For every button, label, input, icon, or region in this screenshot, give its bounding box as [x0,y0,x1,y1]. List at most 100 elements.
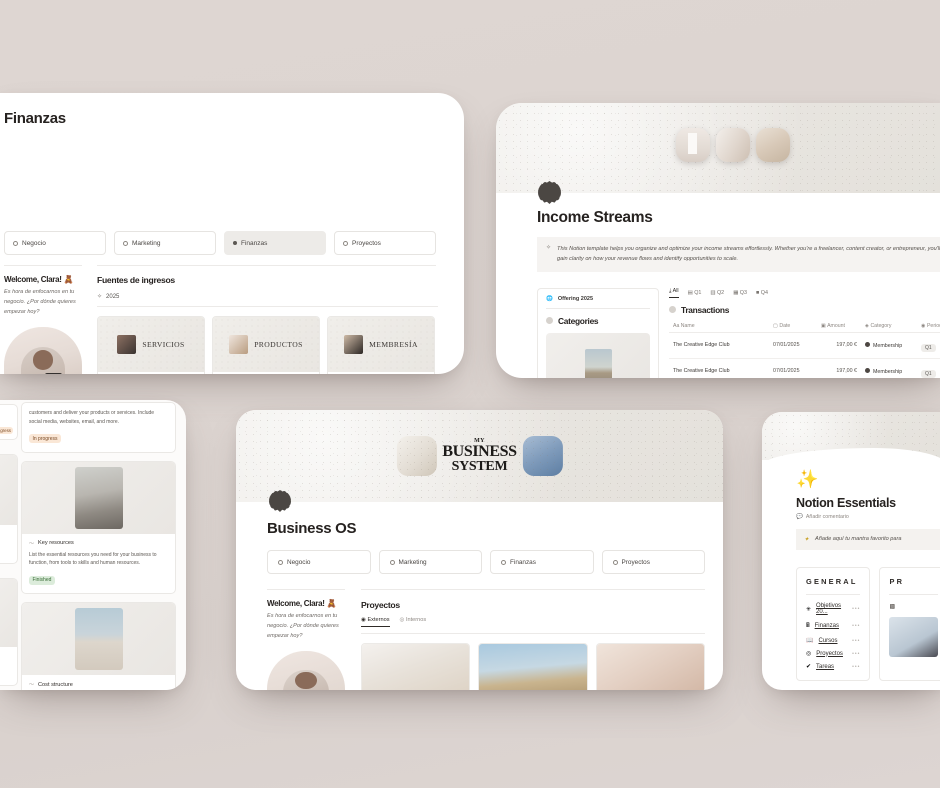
table-row[interactable]: The Creative Edge Club 07/01/2025 197,00… [669,358,940,378]
tab-finanzas[interactable]: Finanzas [224,231,326,255]
column-header-name[interactable]: Aa Name [669,320,769,333]
avatar [267,651,345,690]
dash-icon: 〜 [29,540,35,547]
list-item-label: Cursos [818,637,838,644]
desk-flatlay-photo [396,436,437,476]
cover-thumb-3 [756,128,790,162]
column-header-amount[interactable]: ▣ Amount [817,320,861,333]
divider [97,265,436,266]
cell-date: 07/01/2025 [773,342,800,349]
tab-proyectos[interactable]: Proyectos [334,231,436,255]
income-card[interactable]: SERVICIOS Servicios Ganancias totales: 1… [97,316,205,374]
book-icon: 📖 [806,638,814,644]
year-filter[interactable]: ✧ 2025 [97,293,438,301]
row-menu-icon[interactable]: ••• [852,623,860,629]
list-item[interactable]: ✳ Objetivos 20... ••• [806,603,860,615]
divider [267,589,345,590]
category-tile[interactable] [546,332,650,378]
divider [361,589,705,590]
list-item[interactable]: 📖 Cursos ••• [806,637,860,645]
row-menu-icon[interactable]: ••• [852,664,860,670]
general-card[interactable]: GENERAL ✳ Objetivos 20... ••• 🖩 Finanzas… [796,567,871,681]
sidebar: Welcome, Clara! 🧸 Es hora de enfocarnos … [4,265,82,374]
projects-region: Proyectos ◉ Externos ◎ Internos [361,589,705,690]
income-streams-panel: Income Streams ✧ This Notion template he… [496,103,940,378]
view-tab-externos[interactable]: ◉ Externos [361,617,390,627]
card-cover-label: PRODUCTOS [254,340,303,349]
cell-period: Q1 [917,332,940,358]
cell-date: 07/01/2025 [773,368,800,375]
list-item[interactable]: ✔ Tareas ••• [806,663,860,671]
project-card[interactable]: PE 001 | Copy de Página de Ventas [361,643,471,690]
check-circle-icon: ✔ [806,664,812,670]
asterisk-icon: ✳ [806,606,812,613]
row-menu-icon[interactable]: ••• [852,651,860,657]
income-card[interactable]: PRODUCTOS Productos Digitales Ganancias … [212,316,320,374]
add-comment[interactable]: 💬 Añadir comentario [796,514,940,520]
tab-label: Finanzas [510,558,536,566]
cell-period: Q1 [917,358,940,378]
list-item[interactable]: ting [0,454,18,564]
circle-icon [612,559,618,565]
filter-q4[interactable]: ■ Q4 [756,290,768,296]
column-header-category[interactable]: ◈ Category [861,320,917,333]
projects-card-partial[interactable]: PR ▩ [879,567,940,681]
card-title: Key resources [38,540,74,546]
list-item[interactable]: pses ols. [0,578,18,686]
filter-q1[interactable]: ▤ Q1 [688,290,702,296]
tab-marketing[interactable]: Marketing [378,550,482,574]
tab-marketing[interactable]: Marketing [114,231,216,255]
list-item[interactable]: 〜 Key resources List the essential resou… [21,460,176,594]
list-item[interactable]: ◎ Proyectos ••• [806,650,860,658]
project-card[interactable]: PE 003 | Redacción de Contenido Web [595,643,705,690]
categories-title: Categories [558,315,599,326]
list-item[interactable]: 🖩 Finanzas ••• [806,621,860,631]
card-image [0,579,17,647]
income-card[interactable]: MEMBRESÍA Membresía Ganancias totales: 4… [327,316,435,374]
table-title-row: Transactions [669,305,940,315]
view-tabs: ◉ Externos ◎ Internos [361,617,705,627]
sidebar: Welcome, Clara! 🧸 Es hora de enfocarnos … [267,589,345,690]
mantra-callout[interactable]: ✦ Añade aquí tu mantra favorito para [796,529,940,550]
column-header-date[interactable]: ▢ Date [769,320,817,333]
row-menu-icon[interactable]: ••• [852,638,860,644]
business-os-panel: MY BUSINESS SYSTEM Business OS Negocio M… [236,410,723,690]
list-item[interactable]: customers and deliver your products or s… [21,402,176,453]
transactions-table: Aa Name ▢ Date ▣ Amount ◈ Category ◉ Per… [669,320,940,378]
view-tab-internos[interactable]: ◎ Internos [400,617,427,627]
project-card[interactable]: PE 002 | Estrategia de Email Marketing [478,643,588,690]
section-title: Proyectos [361,600,400,610]
status-dot [865,341,870,347]
tab-negocio[interactable]: Negocio [4,231,106,255]
table-row[interactable]: The Creative Edge Club 07/01/2025 197,00… [669,332,940,359]
welcome-title: Welcome, Clara! 🧸 [4,275,74,284]
tab-negocio[interactable]: Negocio [267,550,371,574]
year-label: 2025 [106,293,120,300]
card-title-row: 〜 Key resources [29,540,168,547]
categories-title-row: Categories [546,316,650,326]
status-badge: In progress [29,434,62,443]
breadcrumb[interactable]: 🌐 Offering 2025 [546,296,650,302]
list-item-label: Finanzas [814,623,839,629]
row-menu-icon[interactable]: ••• [852,606,860,612]
target-icon: ◎ [806,651,812,657]
avatar [4,327,82,374]
woman-field-hat-photo [479,644,587,690]
circle-icon [501,559,506,565]
filter-q3[interactable]: ▦ Q3 [733,290,747,296]
tab-proyectos[interactable]: Proyectos [601,550,705,574]
cover-image: MY BUSINESS SYSTEM [236,410,723,502]
filter-all[interactable]: ⤓ All [669,288,679,298]
calculator-icon: 🖩 [806,623,810,629]
card-body: customers and deliver your products or s… [29,410,155,425]
circle-icon [546,317,553,325]
filter-q2[interactable]: ▥ Q2 [710,290,724,296]
card-fragment: pses [0,650,15,657]
column-header-period[interactable]: ◉ Period [917,320,940,333]
logo-line-1: MY [474,437,485,444]
list-item[interactable]: 〜 Cost structure Record the operating co… [21,602,176,690]
categories-card[interactable]: 🌐 Offering 2025 Categories [537,287,659,378]
tab-finanzas[interactable]: Finanzas [490,550,594,574]
list-item[interactable]: In progress [0,404,18,440]
logo-line-2: BUSINESS [442,443,517,461]
